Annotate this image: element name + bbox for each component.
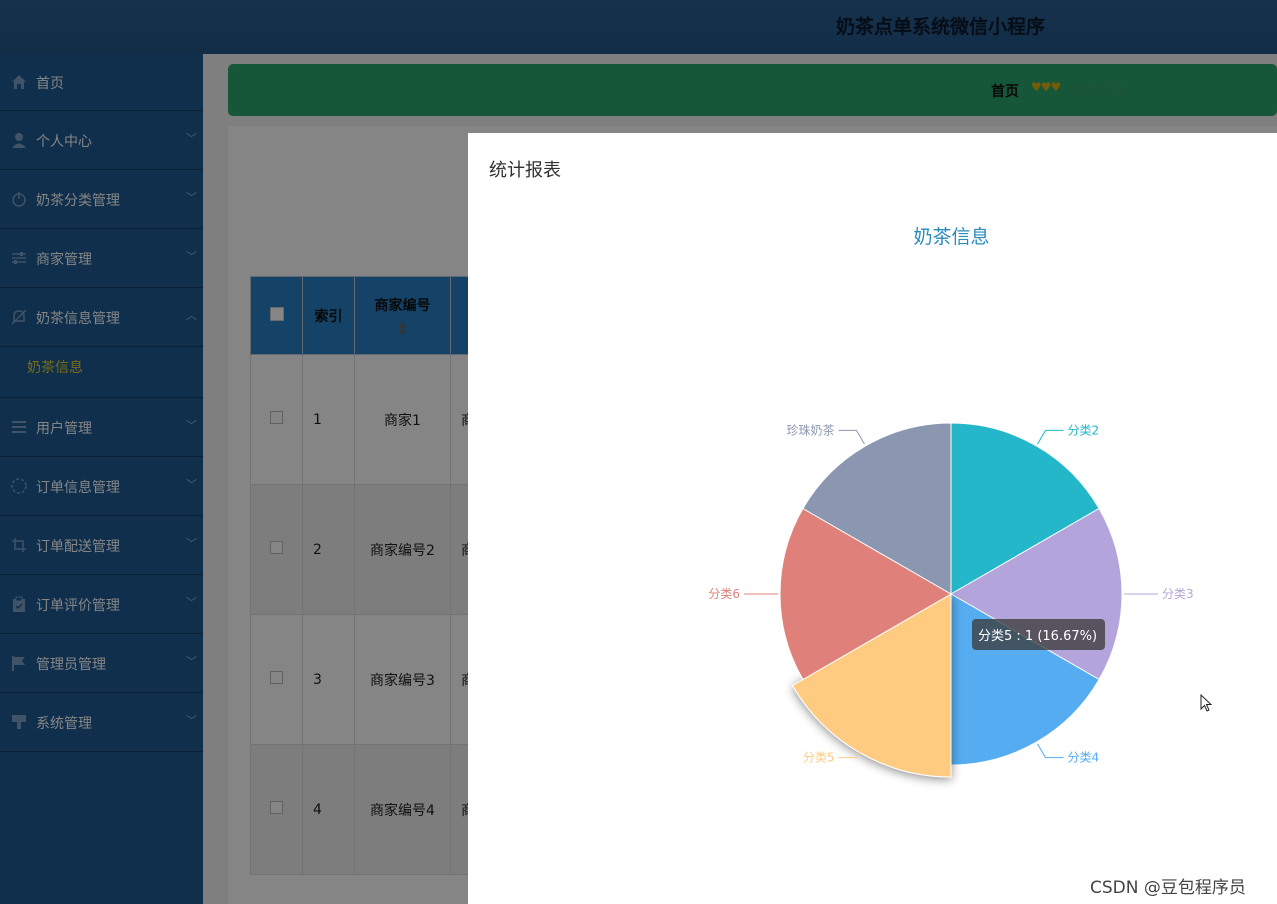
- chart-tooltip-text: 分类5 : 1 (16.67%): [978, 629, 1097, 644]
- report-dialog: 统计报表 奶茶信息 分类2 分类3 分类4 分类5 分类6 珍珠奶茶 分类5 : 1 (16…: [468, 133, 1277, 904]
- pie-label-3: 分类4: [1068, 751, 1100, 765]
- pie-label-4: 分类5: [803, 751, 835, 765]
- pie-leader-line-1: [1037, 429, 1064, 445]
- watermark: CSDN @豆包程序员: [1090, 878, 1246, 898]
- pie-chart: 分类2 分类3 分类4 分类5 分类6 珍珠奶茶分类5 : 1 (16.67%): [708, 422, 1194, 778]
- chart-tooltip: 分类5 : 1 (16.67%): [972, 619, 1105, 650]
- pie-label-1: 分类2: [1068, 423, 1100, 437]
- mouse-cursor-icon: [1200, 694, 1213, 712]
- pie-leader-line-6: [838, 429, 865, 445]
- pie-label-5: 分类6: [708, 587, 740, 601]
- pie-leader-line-3: [1037, 743, 1064, 759]
- pie-label-6: 珍珠奶茶: [786, 422, 834, 437]
- pie-label-2: 分类3: [1162, 587, 1194, 601]
